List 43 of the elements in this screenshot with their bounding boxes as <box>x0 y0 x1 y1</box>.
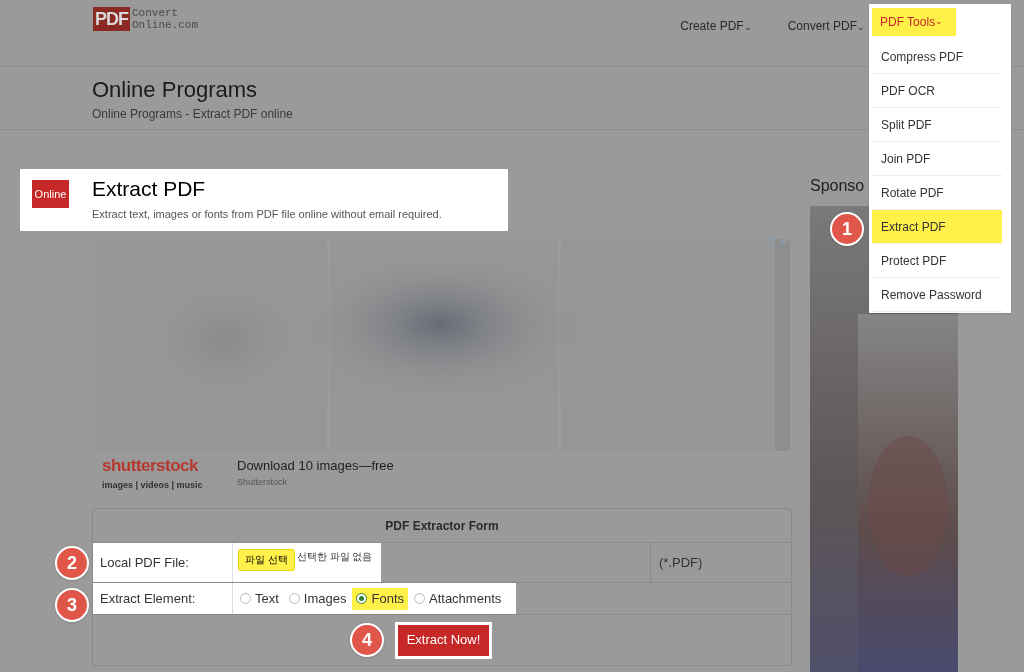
field-label: Local PDF File: <box>100 553 189 572</box>
file-hint: (*.PDF) <box>659 553 703 572</box>
info-icon[interactable] <box>767 237 776 246</box>
nav-link[interactable]: PDF Tools⌄ <box>872 8 956 36</box>
radio-button[interactable] <box>288 593 300 604</box>
radio-button[interactable] <box>414 593 425 604</box>
menu-item[interactable]: Protect PDF <box>872 244 1002 278</box>
menu-item[interactable]: Compress PDF <box>872 40 1002 74</box>
ad-headline: Download 10 images—free <box>237 457 394 475</box>
menu-item[interactable]: Split PDF <box>872 108 1002 142</box>
menu-item[interactable]: PDF OCR <box>872 74 1002 108</box>
menu-item[interactable]: Join PDF <box>872 142 1002 176</box>
radio-button[interactable] <box>240 593 251 604</box>
tool-title: Extract PDF <box>92 176 207 202</box>
logo-mark[interactable]: PDF <box>93 7 130 31</box>
choose-file-button[interactable]: 파일 선택 <box>238 549 295 571</box>
page-subtitle: Online Programs - Extract PDF online <box>92 106 293 123</box>
page-title: Online Programs <box>92 77 258 103</box>
file-status: 선택한 파일 없음 <box>296 550 373 564</box>
step-badge: 4 <box>350 623 384 657</box>
ad-source: Shutterstock <box>237 475 289 489</box>
step-badge: 3 <box>55 588 89 622</box>
radio-label: Attachments <box>429 589 502 608</box>
nav-link[interactable]: Convert PDF⌄ <box>783 15 869 37</box>
radio-label: Text <box>255 589 279 608</box>
brand-logo: shutterstock <box>102 456 200 476</box>
brand-tagline: images | videos | music <box>102 479 204 492</box>
close-icon[interactable] <box>779 237 788 246</box>
step-badge: 2 <box>55 546 89 580</box>
logo-text: Online.com <box>132 19 198 31</box>
tool-description: Extract text, images or fonts from PDF file online without email required. <box>92 207 442 222</box>
radio-label: Fonts <box>371 589 404 608</box>
online-badge: Online <box>32 180 69 208</box>
menu-item[interactable]: Remove Password <box>872 278 1002 312</box>
sidebar-title: Sponso <box>810 176 865 196</box>
extract-button[interactable]: Extract Now! <box>394 621 493 659</box>
nav-link[interactable]: Create PDF⌄ <box>676 15 756 37</box>
radio-label: Images <box>303 589 347 608</box>
menu-item[interactable]: Extract PDF <box>872 210 1002 244</box>
radio-button[interactable] <box>356 593 368 604</box>
field-label: Extract Element: <box>100 589 196 608</box>
form-title: PDF Extractor Form <box>385 517 499 535</box>
logo-text: Convert <box>132 7 180 19</box>
